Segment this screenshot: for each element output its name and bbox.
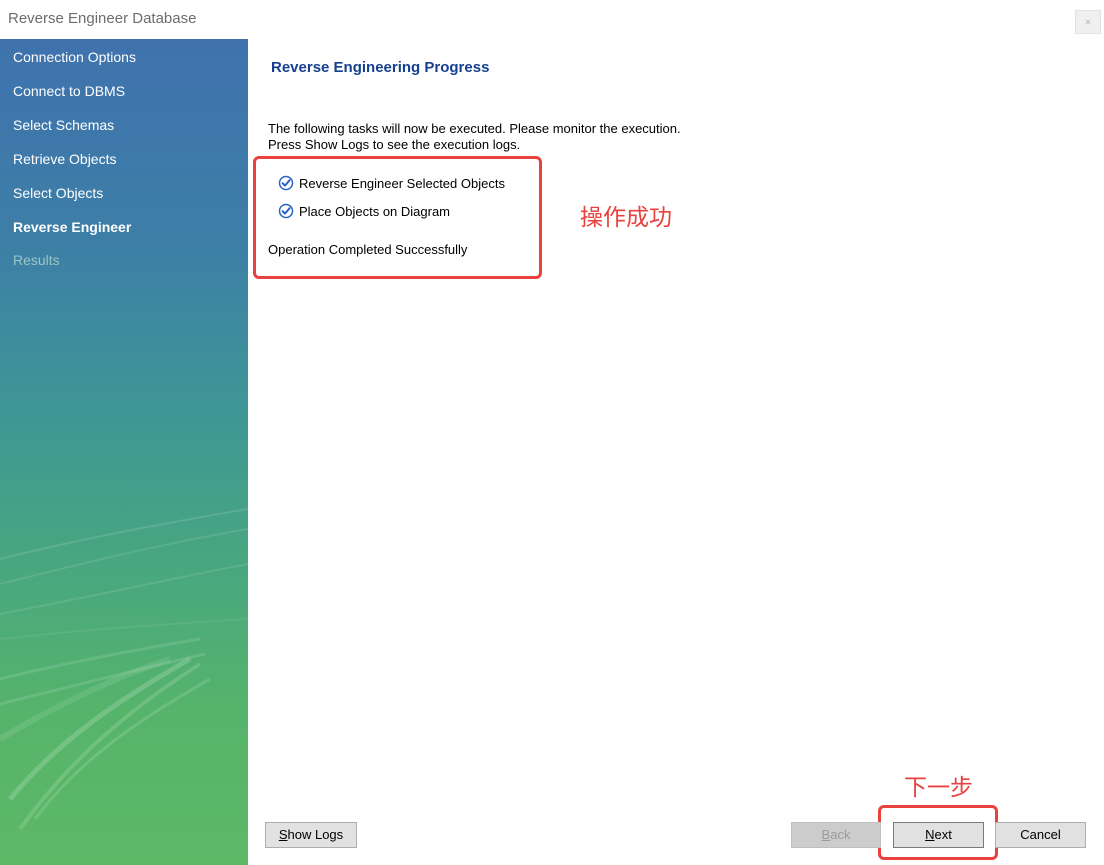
sidebar-item-select-schemas: Select Schemas	[13, 117, 115, 133]
page-title: Reverse Engineering Progress	[271, 59, 490, 76]
next-button[interactable]: Next	[893, 822, 984, 848]
back-button[interactable]: Back	[791, 822, 881, 848]
success-highlight-box	[253, 156, 542, 279]
show-logs-mnemonic: S	[278, 827, 288, 842]
sidebar-item-connection-options: Connection Options	[13, 49, 136, 65]
description-line-2: Press Show Logs to see the execution log…	[268, 137, 521, 152]
close-button[interactable]: ×	[1075, 10, 1101, 34]
success-annotation: 操作成功	[580, 205, 672, 231]
wizard-steps-sidebar: Connection Options Connect to DBMS Selec…	[0, 39, 248, 865]
sidebar-item-connect-to-dbms: Connect to DBMS	[13, 83, 126, 99]
show-logs-button[interactable]: Show Logs	[265, 822, 357, 848]
description-line-1: The following tasks will now be executed…	[268, 121, 681, 136]
cancel-button[interactable]: Cancel	[995, 822, 1086, 848]
window-title: Reverse Engineer Database	[8, 10, 197, 27]
back-label: ack	[830, 827, 851, 842]
title-bar: Reverse Engineer Database ×	[0, 0, 1104, 39]
sidebar-item-retrieve-objects: Retrieve Objects	[13, 151, 117, 167]
show-logs-label: how Logs	[287, 827, 344, 842]
back-mnemonic: B	[821, 827, 831, 842]
close-icon: ×	[1084, 15, 1092, 29]
next-mnemonic: N	[925, 827, 935, 842]
sidebar-item-select-objects: Select Objects	[13, 185, 104, 201]
next-annotation: 下一步	[904, 775, 973, 801]
sidebar-item-results: Results	[13, 252, 60, 268]
description: The following tasks will now be executed…	[268, 121, 681, 153]
next-label: ext	[934, 827, 952, 842]
sidebar-item-reverse-engineer: Reverse Engineer	[13, 219, 132, 235]
